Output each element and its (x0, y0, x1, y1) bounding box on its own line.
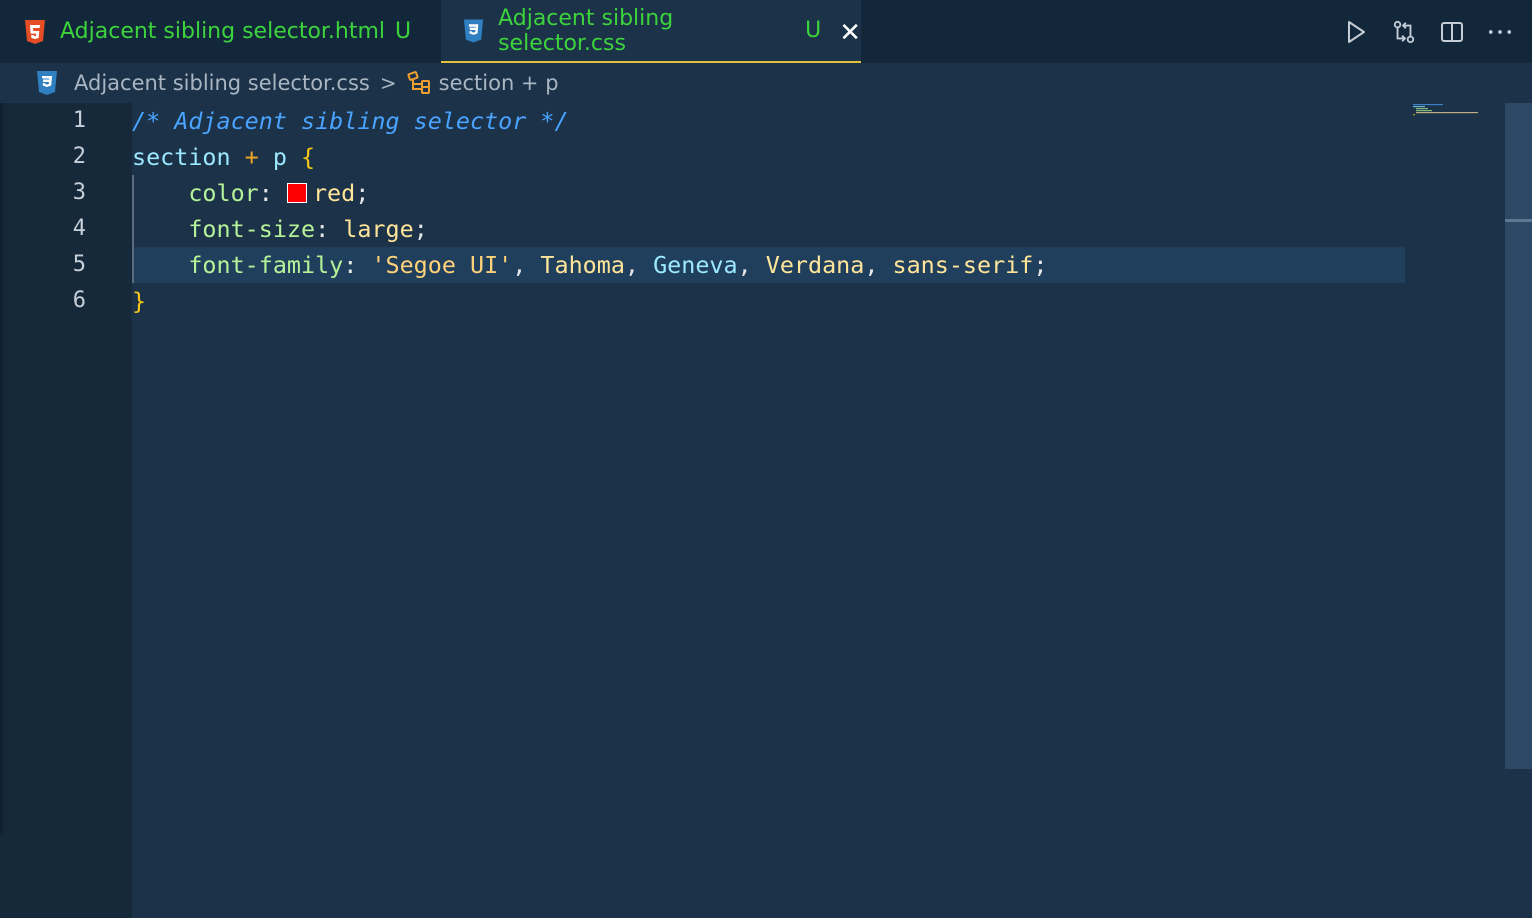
breadcrumb-file[interactable]: Adjacent sibling selector.css (74, 71, 370, 95)
colon-token: : (343, 251, 372, 279)
code-line: font-family: 'Segoe UI', Tahoma, Geneva,… (132, 247, 1405, 283)
value-token: Verdana (765, 251, 865, 279)
symbol-class-icon (407, 71, 430, 94)
value-token: sans-serif (892, 251, 1034, 279)
selector-token: section (132, 143, 231, 171)
value-token: Tahoma (540, 251, 625, 279)
minimap[interactable] (1410, 103, 1480, 123)
tab-label: Adjacent sibling selector.html (60, 19, 386, 44)
breadcrumb: Adjacent sibling selector.css > section … (0, 63, 1532, 103)
editor-actions (1344, 0, 1512, 63)
untracked-badge: U (805, 18, 822, 43)
breadcrumb-symbol[interactable]: section + p (439, 71, 559, 95)
code-line: } (132, 283, 1405, 319)
line-number: 5 (72, 252, 86, 277)
brace-token: { (301, 143, 316, 171)
combinator-token: + (244, 143, 259, 171)
comma-token: , (737, 251, 766, 279)
line-number: 4 (72, 216, 86, 241)
comma-token: , (512, 251, 541, 279)
value-token: Geneva (653, 251, 738, 279)
line-number: 2 (72, 144, 86, 169)
split-editor-icon[interactable] (1440, 20, 1464, 44)
code-line: color: red; (132, 175, 1405, 211)
comma-token: , (864, 251, 893, 279)
string-token: 'Segoe UI' (371, 251, 513, 279)
color-swatch[interactable] (286, 183, 307, 203)
scrollbar-cursor-marker (1505, 219, 1532, 222)
comment-token: /* Adjacent sibling selector */ (132, 107, 569, 135)
colon-token: : (258, 179, 287, 207)
tab-bar: Adjacent sibling selector.html U Adjacen… (0, 0, 1532, 63)
semicolon-token: ; (1033, 251, 1048, 279)
line-number: 1 (72, 108, 86, 133)
chevron-right-icon: > (379, 71, 397, 95)
value-token: red (312, 179, 356, 207)
brace-token: } (132, 287, 147, 315)
semicolon-token: ; (355, 179, 370, 207)
scrollbar-thumb[interactable] (1505, 103, 1532, 769)
close-tab-icon[interactable]: ✕ (839, 20, 861, 46)
property-token: font-size (188, 215, 316, 243)
run-icon[interactable] (1344, 20, 1368, 44)
code-line: /* Adjacent sibling selector */ (132, 103, 1405, 139)
selector-token: p (272, 143, 287, 171)
css3-icon (463, 19, 484, 42)
tab-css-file[interactable]: Adjacent sibling selector.css U ✕ (441, 0, 861, 63)
untracked-badge: U (395, 19, 412, 44)
tab-html-file[interactable]: Adjacent sibling selector.html U (0, 0, 440, 63)
property-token: font-family (188, 251, 344, 279)
css3-icon (37, 71, 57, 95)
value-token: large (343, 215, 414, 243)
code-line: section + p { (132, 139, 1405, 175)
more-actions-icon[interactable] (1488, 20, 1512, 44)
compare-changes-icon[interactable] (1392, 20, 1416, 44)
tab-label: Adjacent sibling selector.css (498, 5, 674, 56)
comma-token: , (624, 251, 654, 279)
semicolon-token: ; (413, 215, 428, 243)
code-editor[interactable]: /* Adjacent sibling selector */ section … (132, 103, 1506, 918)
html5-icon (25, 19, 45, 44)
property-token: color (188, 179, 259, 207)
line-number: 3 (72, 180, 86, 205)
colon-token: : (315, 215, 344, 243)
code-line: font-size: large; (132, 211, 1405, 247)
line-number: 6 (72, 288, 86, 313)
